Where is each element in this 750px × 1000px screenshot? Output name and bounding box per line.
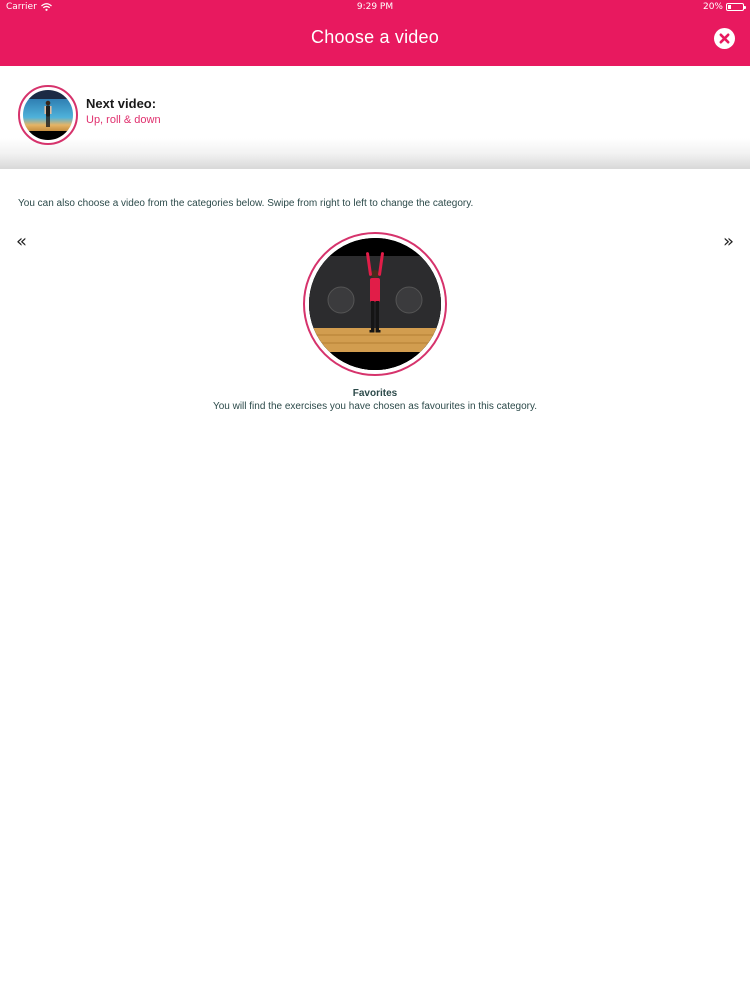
next-video-image bbox=[23, 90, 73, 140]
page-title: Choose a video bbox=[311, 27, 439, 47]
status-bar: Carrier 9:29 PM 20% bbox=[0, 0, 750, 16]
battery-icon bbox=[726, 3, 746, 11]
status-time: 9:29 PM bbox=[356, 2, 394, 12]
navigation-bar: Choose a video bbox=[0, 16, 750, 66]
category-thumbnail[interactable] bbox=[303, 232, 447, 376]
category-image bbox=[309, 238, 441, 370]
next-video-heading: Next video: bbox=[86, 96, 157, 111]
close-button[interactable] bbox=[714, 28, 735, 49]
next-category-button[interactable]: » bbox=[723, 233, 734, 251]
previous-category-button[interactable]: « bbox=[16, 233, 27, 251]
status-right: 20% bbox=[702, 2, 746, 12]
category-description: You will find the exercises you have cho… bbox=[212, 401, 538, 412]
battery-level bbox=[728, 5, 731, 9]
instructions-text: You can also choose a video from the cat… bbox=[18, 198, 474, 209]
close-icon bbox=[719, 33, 730, 44]
next-video-thumbnail[interactable] bbox=[18, 85, 78, 145]
battery-percent: 20% bbox=[702, 2, 723, 12]
exercise-scene-image bbox=[309, 238, 441, 370]
exercise-figure-icon bbox=[44, 100, 52, 127]
category-title: Favorites bbox=[352, 388, 398, 399]
next-video-name[interactable]: Up, roll & down bbox=[86, 114, 161, 126]
next-video-section: Next video: Up, roll & down bbox=[0, 66, 750, 169]
